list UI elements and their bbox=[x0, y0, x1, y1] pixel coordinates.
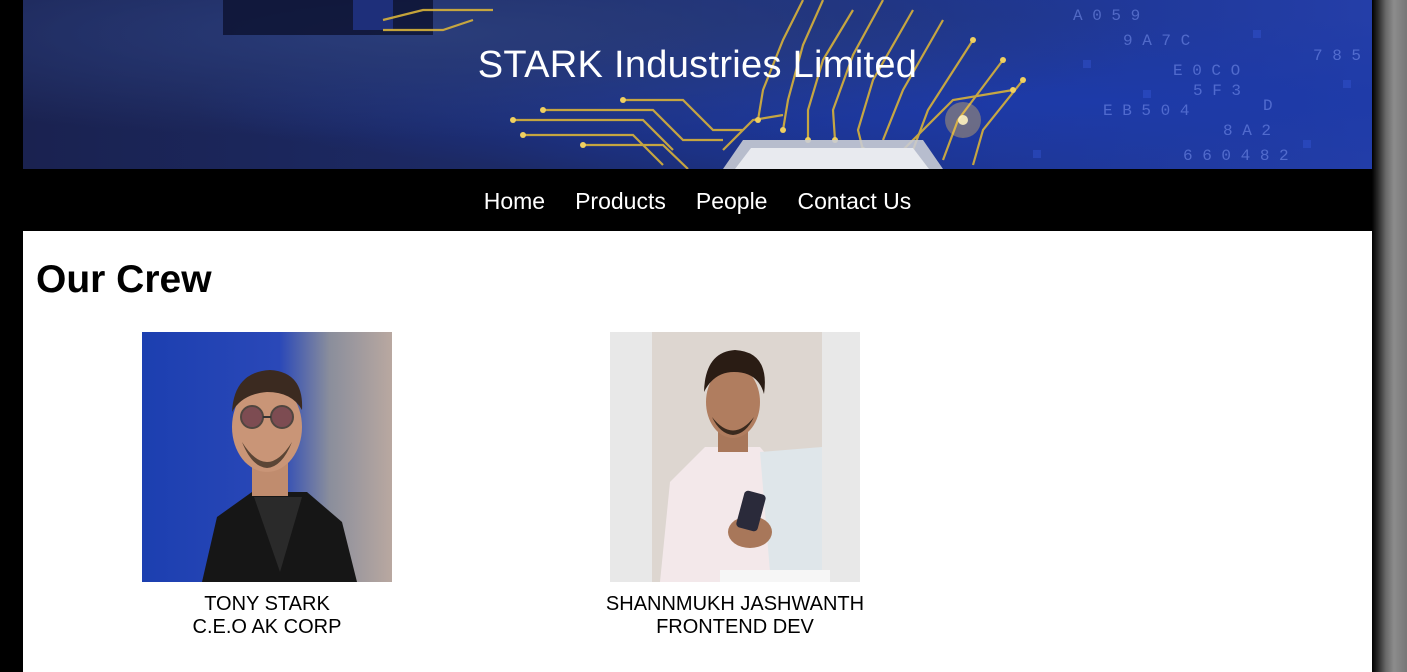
crew-name: TONY STARK bbox=[204, 593, 330, 615]
nav-contact-us-link[interactable]: Contact Us bbox=[797, 188, 911, 215]
svg-text:6 6 0 4 8 2: 6 6 0 4 8 2 bbox=[1183, 147, 1289, 165]
crew-role: FRONTEND DEV bbox=[656, 616, 814, 638]
nav-people-link[interactable]: People bbox=[696, 188, 768, 215]
nav-products-link[interactable]: Products bbox=[575, 188, 666, 215]
svg-text:8 A 2: 8 A 2 bbox=[1223, 122, 1271, 140]
crew-role: C.E.O AK CORP bbox=[192, 616, 342, 638]
page-container: A 0 5 9 9 A 7 C E 0 C O 5 F 3 E B 5 0 4 … bbox=[23, 0, 1372, 672]
page-heading: Our Crew bbox=[36, 258, 212, 301]
crew-card: SHANNMUKH JASHWANTH FRONTEND DEV bbox=[585, 332, 885, 639]
crew-photo bbox=[610, 332, 860, 582]
svg-text:E B 5 0 4: E B 5 0 4 bbox=[1103, 102, 1189, 120]
svg-text:A 0 5 9: A 0 5 9 bbox=[1073, 7, 1140, 25]
crew-name: SHANNMUKH JASHWANTH bbox=[605, 593, 865, 615]
nav-home-link[interactable]: Home bbox=[484, 188, 545, 215]
header-banner: A 0 5 9 9 A 7 C E 0 C O 5 F 3 E B 5 0 4 … bbox=[23, 0, 1372, 169]
svg-text:D: D bbox=[1263, 97, 1273, 115]
site-title: STARK Industries Limited bbox=[477, 44, 918, 86]
main-navigation: Home Products People Contact Us bbox=[23, 169, 1372, 231]
window-edge-shadow bbox=[1372, 0, 1407, 672]
crew-card: TONY STARK C.E.O AK CORP bbox=[117, 332, 417, 639]
crew-photo bbox=[142, 332, 392, 582]
